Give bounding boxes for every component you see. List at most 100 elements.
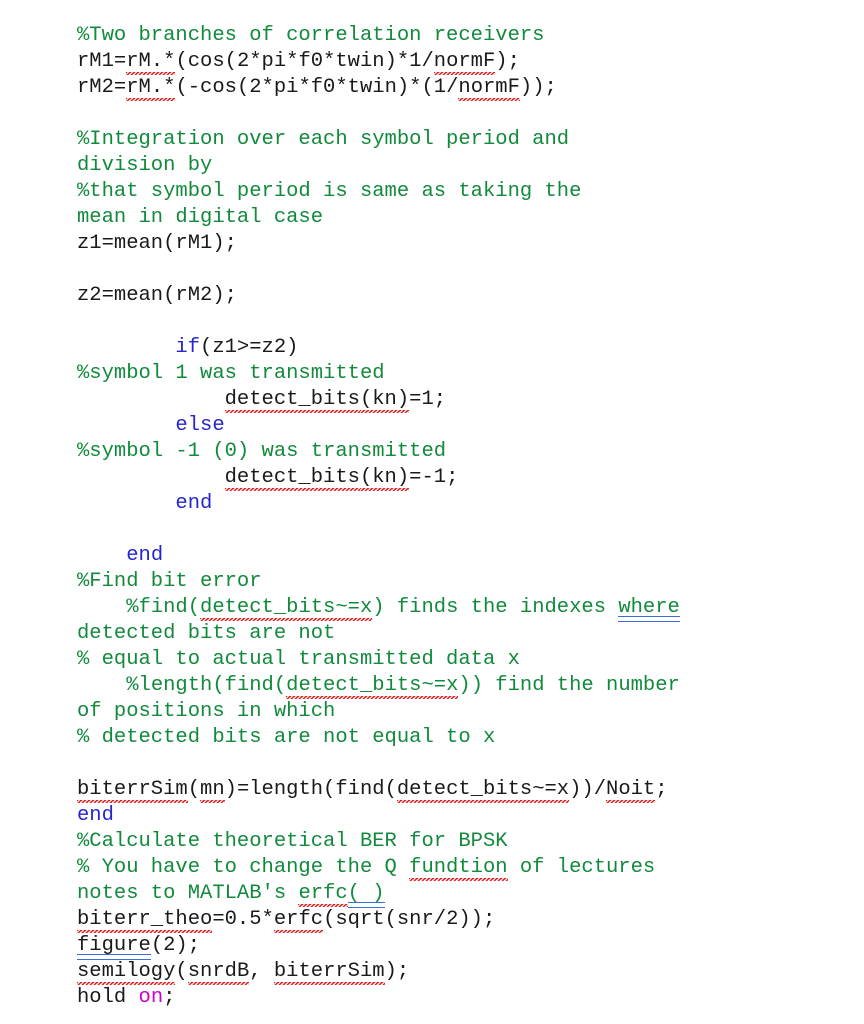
code-line: %Two branches of correlation receivers	[77, 23, 777, 49]
wrapped-line: division by	[77, 153, 777, 179]
misspelled-token: normF	[458, 76, 520, 99]
misspelled-token: detect_bits~=x	[200, 596, 373, 619]
misspelled-token: biterrSim	[77, 778, 188, 801]
code-token: ;	[163, 986, 176, 1009]
code-line: %length(find(detect_bits~=x)) find the n…	[77, 673, 777, 699]
code-line: end	[77, 543, 777, 569]
misspelled-token: (kn)	[359, 388, 410, 411]
comment-text: % You have to change the Q	[77, 856, 410, 879]
comment-text: %Calculate theoretical BER for BPSK	[77, 830, 508, 853]
keyword-end: end	[175, 492, 213, 515]
code-token: (	[175, 960, 188, 983]
code-token: (-cos(2*pi*f0*twin)*(1/	[175, 76, 459, 99]
code-token: (	[187, 778, 201, 801]
misspelled-token: detect_bits	[224, 466, 360, 489]
misspelled-token: biterrSim	[273, 960, 385, 983]
misspelled-token: mn	[200, 778, 225, 801]
code-line: %find(detect_bits~=x) finds the indexes …	[77, 595, 777, 621]
code-line: %Find bit error	[77, 569, 777, 595]
code-line: %symbol 1 was transmitted	[77, 361, 777, 387]
code-token: );	[384, 960, 410, 983]
misspelled-token: normF	[433, 50, 496, 73]
comment-text: of lectures	[507, 856, 656, 879]
code-line: semilogy(snrdB, biterrSim);	[77, 959, 777, 985]
code-token: (sqrt(snr/2));	[323, 908, 496, 931]
code-line: rM2=rM.*(-cos(2*pi*f0*twin)*(1/normF));	[77, 75, 777, 101]
code-line: detect_bits(kn)=1;	[77, 387, 777, 413]
comment-text: division by	[77, 154, 213, 177]
keyword-else: else	[175, 414, 225, 437]
code-token: ;	[655, 778, 668, 801]
comment-text: ) finds the indexes	[372, 596, 619, 619]
code-line: detect_bits(kn)=-1;	[77, 465, 777, 491]
code-line: %that symbol period is same as taking th…	[77, 179, 777, 205]
code-line: %Calculate theoretical BER for BPSK	[77, 829, 777, 855]
code-line: biterr_theo=0.5*erfc(sqrt(snr/2));	[77, 907, 777, 933]
misspelled-token: detect_bits~=x	[286, 674, 459, 697]
code-token: ));	[519, 76, 557, 99]
document-page: %Two branches of correlation receivers r…	[0, 0, 864, 1024]
comment-text: mean in digital case	[77, 206, 324, 229]
code-line: figure(2);	[77, 933, 777, 959]
comment-text: %length(find(	[126, 674, 287, 697]
code-line: %Integration over each symbol period and	[77, 127, 777, 153]
code-line: % equal to actual transmitted data x	[77, 647, 777, 673]
comment-text: %symbol 1 was transmitted	[77, 362, 385, 385]
code-line: end	[77, 491, 777, 517]
code-line: % detected bits are not equal to x	[77, 725, 777, 751]
code-token: rM1=	[77, 50, 127, 73]
comment-text: %that symbol period is same as taking th…	[77, 180, 582, 203]
misspelled-token: semilogy	[77, 960, 176, 983]
comment-text: detected bits are not	[77, 622, 336, 645]
code-line: %symbol -1 (0) was transmitted	[77, 439, 777, 465]
misspelled-token: Noit	[606, 778, 656, 801]
grammar-flagged-token: ( )	[347, 882, 385, 905]
code-token: (z1>=z2)	[200, 336, 299, 359]
comment-text: %Find bit error	[77, 570, 262, 593]
wrapped-line: mean in digital case	[77, 205, 777, 231]
comment-text: %Integration over each symbol period and	[77, 128, 570, 151]
keyword-on: on	[138, 986, 164, 1009]
misspelled-token: biterr_theo	[77, 908, 213, 931]
comment-text: %Two branches of correlation receivers	[77, 24, 545, 47]
grammar-flagged-token: figure	[77, 934, 151, 957]
misspelled-token: (kn)	[359, 466, 410, 489]
comment-text: %find(	[126, 596, 201, 619]
misspelled-token: rM.*	[126, 50, 176, 73]
misspelled-token: fundtion	[409, 856, 508, 879]
wrapped-line: detected bits are not	[77, 621, 777, 647]
code-token: )=length(find(	[224, 778, 397, 801]
keyword-if: if	[175, 336, 201, 359]
misspelled-token: erfc	[298, 882, 348, 905]
code-token: rM2=	[77, 76, 127, 99]
code-token: ,	[249, 960, 274, 983]
code-line: end	[77, 803, 777, 829]
misspelled-token: erfc	[273, 908, 324, 931]
wrapped-line: notes to MATLAB's erfc( )	[77, 881, 777, 907]
comment-text: of positions in which	[77, 700, 336, 723]
code-line: % You have to change the Q fundtion of l…	[77, 855, 777, 881]
comment-text: notes to MATLAB's	[77, 882, 299, 905]
code-token: =-1;	[409, 466, 459, 489]
code-token: );	[495, 50, 520, 73]
wrapped-line: of positions in which	[77, 699, 777, 725]
misspelled-token: detect_bits~=x	[396, 778, 570, 801]
keyword-end: end	[126, 544, 164, 567]
grammar-flagged-token: where	[618, 596, 680, 619]
code-token: =0.5*	[212, 908, 274, 931]
misspelled-token: rM.*	[126, 76, 176, 99]
code-token: (2);	[150, 934, 201, 957]
code-token: z2=mean(rM2);	[77, 284, 237, 307]
misspelled-token: detect_bits	[224, 388, 360, 411]
code-token: (cos(2*pi*f0*twin)*1/	[175, 50, 434, 73]
code-line: rM1=rM.*(cos(2*pi*f0*twin)*1/normF);	[77, 49, 777, 75]
code-token: z1=mean(rM1);	[77, 232, 237, 255]
